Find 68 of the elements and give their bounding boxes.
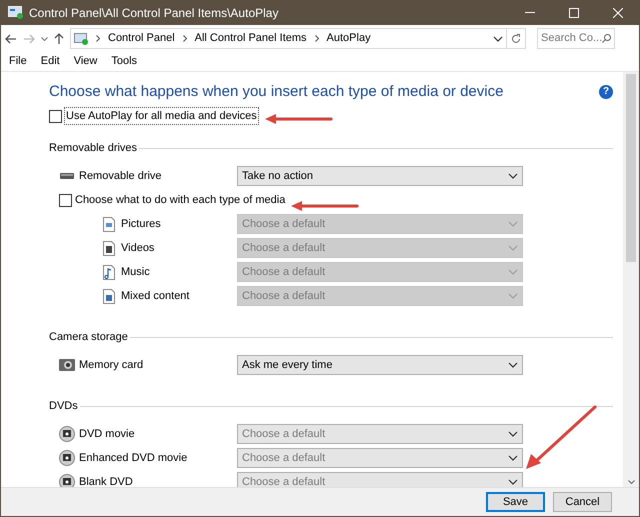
address-bar[interactable]: Control Panel All Control Panel Items AutoPlay — [70, 28, 507, 49]
disc-icon — [59, 450, 75, 466]
section-title: Removable drives — [49, 140, 138, 156]
section-title: Camera storage — [49, 330, 128, 345]
scrollbar[interactable] — [623, 72, 639, 487]
row-label: Removable drive — [79, 168, 162, 184]
dropdown-caret-icon[interactable] — [41, 36, 48, 40]
section-title: DVDs — [49, 398, 78, 414]
row-label: DVD movie — [79, 426, 135, 442]
breadcrumb-item[interactable]: Control Panel — [108, 30, 175, 47]
checkbox[interactable] — [59, 194, 72, 206]
breadcrumb-item[interactable]: AutoPlay — [326, 30, 371, 47]
page-heading: Choose what happens when you insert each type of media or device — [49, 82, 504, 102]
row-label: Videos — [121, 240, 154, 256]
music-file-icon — [103, 264, 115, 280]
chevron-down-icon — [508, 455, 518, 461]
refresh-button[interactable] — [506, 28, 526, 49]
close-icon — [613, 8, 623, 18]
control-panel-icon — [8, 6, 23, 19]
row-label: Music — [121, 264, 150, 280]
menu-item[interactable]: Edit — [40, 53, 60, 70]
chevron-down-icon — [493, 36, 503, 42]
breadcrumb-item[interactable]: All Control Panel Items — [194, 30, 307, 47]
chevron-right-icon — [96, 35, 100, 42]
chevron-down-icon — [508, 245, 518, 251]
checkbox-label[interactable]: Use AutoPlay for all media and devices — [64, 106, 259, 126]
chevron-down-icon — [508, 362, 518, 368]
search-field[interactable]: Search Co... — [537, 28, 615, 49]
picture-file-icon — [103, 216, 115, 232]
chevron-down-icon — [508, 269, 518, 275]
help-button[interactable]: ? — [599, 85, 613, 99]
control-panel-icon — [74, 32, 88, 44]
mixed-file-icon — [103, 288, 115, 304]
chevron-right-icon — [314, 35, 319, 42]
refresh-icon — [511, 34, 521, 44]
menu-item[interactable]: File — [9, 53, 27, 70]
chevron-down-icon — [508, 431, 518, 437]
chevron-down-icon — [508, 293, 518, 299]
chevron-down-icon — [508, 173, 518, 179]
chevron-down-icon — [508, 221, 518, 227]
drive-icon — [60, 172, 74, 180]
back-arrow-icon[interactable] — [5, 34, 17, 44]
maximize-icon — [569, 8, 579, 18]
row-label: Blank DVD — [79, 474, 133, 487]
checkbox-label[interactable]: Choose what to do with each type of media — [75, 192, 286, 208]
chevron-right-icon — [182, 35, 187, 42]
annotation-arrow — [290, 200, 360, 212]
menu-item[interactable]: View — [74, 53, 98, 70]
dropdown[interactable]: Ask me every time — [237, 355, 523, 375]
checkbox[interactable] — [49, 110, 62, 122]
dialog-button[interactable]: Save — [486, 492, 545, 512]
row-label: Mixed content — [121, 288, 190, 304]
disc-icon — [59, 426, 75, 442]
chevron-down-icon — [508, 479, 518, 485]
up-arrow-icon[interactable] — [54, 32, 64, 44]
row-label: Enhanced DVD movie — [79, 450, 188, 466]
row-label: Pictures — [121, 216, 161, 232]
dialog-button[interactable]: Cancel — [553, 492, 612, 512]
camera-icon — [59, 359, 75, 371]
window-title: Control Panel\All Control Panel Items\AutoPlay — [29, 4, 278, 22]
minimize-icon — [525, 12, 535, 13]
row-label: Memory card — [79, 358, 144, 373]
menu-item[interactable]: Tools — [111, 53, 138, 70]
search-icon — [602, 34, 612, 43]
annotation-arrow — [264, 113, 334, 125]
scroll-down-icon[interactable] — [628, 480, 634, 484]
dropdown[interactable]: Take no action — [237, 166, 523, 186]
video-file-icon — [103, 240, 115, 256]
